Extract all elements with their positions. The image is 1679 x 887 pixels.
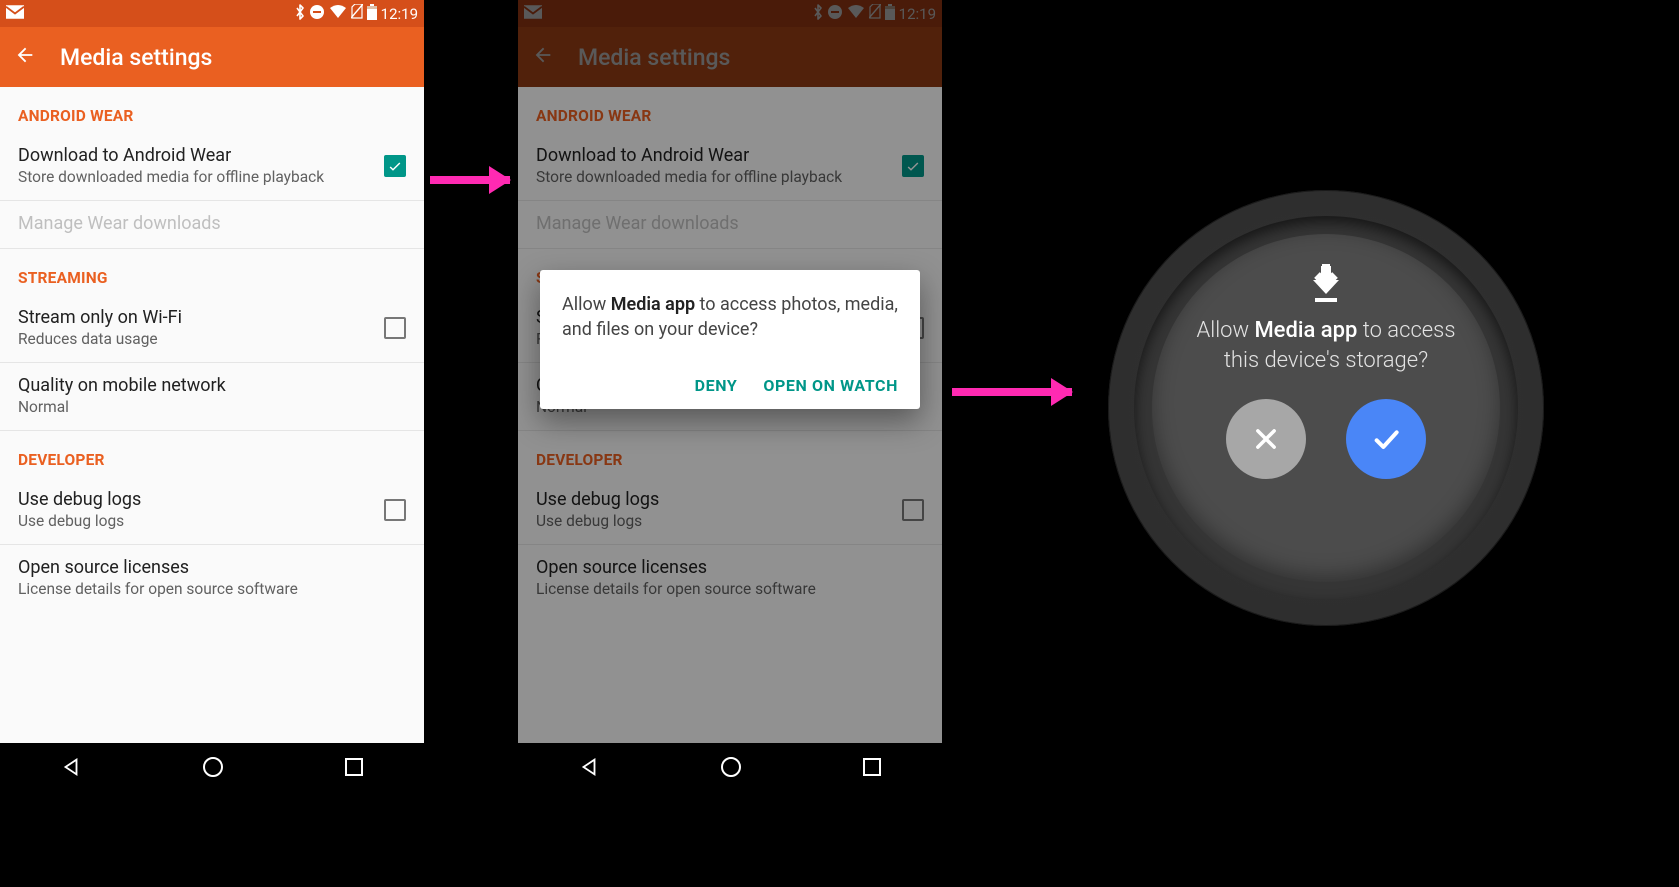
phone-permission-dialog-screen: 12:19 Media settings ANDROID WEAR Downlo… xyxy=(518,0,942,794)
watch-dialog-message: Allow Media app to access this device's … xyxy=(1178,316,1474,375)
row-title: Stream only on Wi-Fi xyxy=(18,307,376,328)
flow-arrow-1 xyxy=(430,176,510,184)
page-title: Media settings xyxy=(60,44,212,71)
open-on-watch-button[interactable]: OPEN ON WATCH xyxy=(763,376,898,395)
watch-face: Allow Media app to access this device's … xyxy=(1152,234,1500,582)
row-title: Manage Wear downloads xyxy=(18,213,398,234)
checkbox-debug-logs[interactable] xyxy=(384,499,406,521)
dnd-icon xyxy=(309,4,325,24)
status-bar: 12:19 xyxy=(0,0,424,27)
row-title: Open source licenses xyxy=(18,557,398,578)
row-title: Use debug logs xyxy=(18,489,376,510)
watch-allow-button[interactable] xyxy=(1346,399,1426,479)
checkbox-stream-wifi[interactable] xyxy=(384,317,406,339)
section-header-streaming: STREAMING xyxy=(0,249,424,295)
watch-bezel: Allow Media app to access this device's … xyxy=(1108,190,1544,626)
row-debug-logs[interactable]: Use debug logs Use debug logs xyxy=(0,477,424,545)
checkbox-download-to-wear[interactable] xyxy=(384,155,406,177)
row-title: Download to Android Wear xyxy=(18,145,376,166)
row-title: Quality on mobile network xyxy=(18,375,398,396)
row-subtitle: Normal xyxy=(18,398,398,416)
flow-arrow-2 xyxy=(952,388,1072,396)
row-download-to-wear[interactable]: Download to Android Wear Store downloade… xyxy=(0,133,424,201)
permission-dialog: Allow Media app to access photos, media,… xyxy=(540,270,920,409)
gmail-icon xyxy=(6,5,24,23)
row-quality-mobile[interactable]: Quality on mobile network Normal xyxy=(0,363,424,431)
wifi-icon xyxy=(329,5,347,23)
row-stream-wifi[interactable]: Stream only on Wi-Fi Reduces data usage xyxy=(0,295,424,363)
phone-settings-screen: 12:19 Media settings ANDROID WEAR Downlo… xyxy=(0,0,424,794)
nav-back-icon[interactable] xyxy=(60,756,82,782)
row-subtitle: Reduces data usage xyxy=(18,330,376,348)
row-subtitle: Use debug logs xyxy=(18,512,376,530)
row-open-source-licenses[interactable]: Open source licenses License details for… xyxy=(0,545,424,612)
download-icon xyxy=(1309,264,1343,308)
nav-recent-icon[interactable] xyxy=(862,757,882,781)
row-manage-wear-downloads[interactable]: Manage Wear downloads xyxy=(0,201,424,249)
nav-bar xyxy=(518,743,942,794)
clock-text: 12:19 xyxy=(381,5,418,23)
row-subtitle: Store downloaded media for offline playb… xyxy=(18,168,376,186)
nav-home-icon[interactable] xyxy=(720,756,742,782)
deny-button[interactable]: DENY xyxy=(695,376,738,395)
watch-permission-screen: Allow Media app to access this device's … xyxy=(1108,190,1544,626)
watch-deny-button[interactable] xyxy=(1226,399,1306,479)
back-icon[interactable] xyxy=(14,44,36,70)
nav-home-icon[interactable] xyxy=(202,756,224,782)
app-bar: Media settings xyxy=(0,27,424,87)
section-header-developer: DEVELOPER xyxy=(0,431,424,477)
nav-bar xyxy=(0,743,424,794)
nosim-icon xyxy=(351,4,363,23)
battery-icon xyxy=(367,4,377,24)
row-subtitle: License details for open source software xyxy=(18,580,398,598)
nav-recent-icon[interactable] xyxy=(344,757,364,781)
dialog-message: Allow Media app to access photos, media,… xyxy=(562,292,898,342)
nav-back-icon[interactable] xyxy=(578,756,600,782)
bluetooth-icon xyxy=(295,4,305,24)
settings-list: ANDROID WEAR Download to Android Wear St… xyxy=(0,87,424,743)
section-header-wear: ANDROID WEAR xyxy=(0,87,424,133)
